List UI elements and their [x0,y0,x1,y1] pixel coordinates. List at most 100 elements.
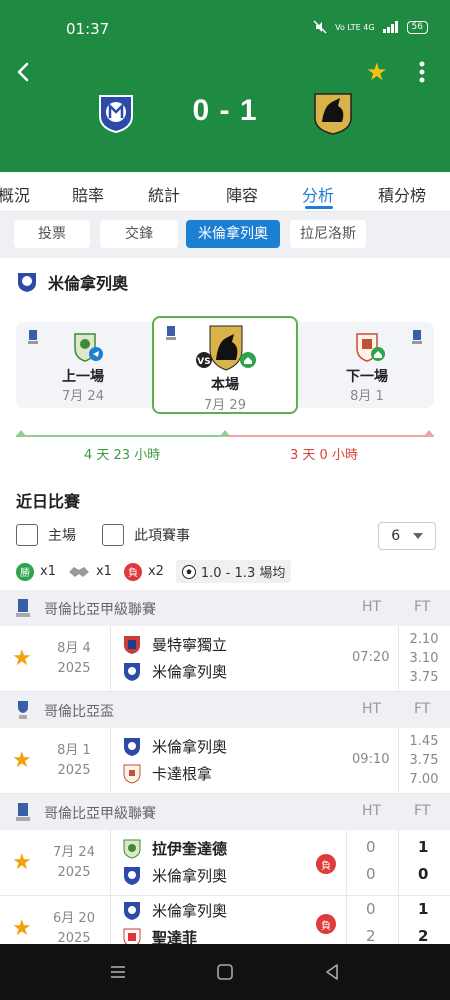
odds-column: 1.45 3.75 7.00 [404,732,444,789]
goals-average: 1.0 - 1.3 場均 [200,566,286,581]
home-team-name: 曼特寧獨立 [152,636,228,654]
home-team-name: 米倫拿列奧 [152,738,228,756]
subtab-away-team[interactable]: 拉尼洛斯 [290,220,366,248]
tab-standings[interactable]: 積分榜 [378,182,426,206]
divider [346,830,347,895]
fixture-current[interactable]: VS 本場 7月 29 [152,316,298,414]
recents-icon[interactable] [108,962,128,982]
status-bar: 01:37 Vo LTE 4G 56 [0,14,450,44]
network-text: Vo LTE 4G [335,22,375,32]
home-team-name: 拉伊奎達德 [152,840,228,858]
competition-checkbox[interactable] [102,524,124,546]
favorite-star-icon[interactable]: ★ [366,58,388,86]
favorite-star-icon[interactable]: ★ [12,916,32,941]
subtab-home-team[interactable]: 米倫拿列奧 [186,220,280,248]
ht-score-home: 0 [366,838,376,856]
ht-header: HT [362,803,382,819]
team-logo [123,839,141,859]
match-date: 7月 24 2025 [46,843,102,883]
draw-count: x1 [95,564,112,579]
subtab-vote[interactable]: 投票 [14,220,90,248]
league-icon [28,330,38,344]
match-date: 6月 20 2025 [46,909,102,949]
team-logo [124,737,140,756]
ht-score-away: 2 [366,927,376,945]
fixture-prev-date: 7月 24 [62,389,104,404]
countdown-to-next: 3 天 0 小時 [290,448,358,463]
team-name: 米倫拿列奧 [48,274,129,293]
handshake-icon [68,566,89,577]
cup-icon [18,701,28,719]
loss-count: x2 [147,564,164,579]
divider [110,830,111,895]
ft-score-home: 1 [418,900,429,918]
odds-away: 7.00 [409,772,439,787]
opponent-logo-prev [74,333,103,362]
fixture-prev[interactable]: 上一場 7月 24 [16,322,150,408]
match-date-day: 6月 20 [53,911,95,926]
match-row[interactable]: ★ 8月 4 2025 曼特寧獨立 米倫拿列奧 07:20 2.10 3.10 3… [0,626,450,692]
more-menu-icon[interactable] [414,58,430,86]
team-mini-logo [18,273,36,292]
opponent-logo-current: VS [196,325,256,371]
match-row[interactable]: ★ 7月 24 2025 拉伊奎達德 米倫拿列奧 負 0 0 1 0 [0,830,450,896]
divider [110,728,111,793]
away-team: 米倫拿列奧 [122,661,227,682]
schedule-timeline [16,430,434,437]
ft-score-home: 1 [418,838,429,856]
recent-matches-title: 近日比賽 [16,492,81,511]
favorite-star-icon[interactable]: ★ [12,748,32,773]
match-date-year: 2025 [57,865,91,880]
fixture-next-label: 下一場 [346,369,388,385]
subtab-h2h[interactable]: 交鋒 [100,220,178,248]
svg-text:VS: VS [197,357,210,367]
home-checkbox[interactable] [16,524,38,546]
tab-lineup[interactable]: 陣容 [226,182,258,206]
odds-away: 3.75 [409,670,439,685]
team-logo [123,764,141,784]
league-name: 哥倫比亞甲級聯賽 [44,806,156,822]
ht-header: HT [362,599,382,615]
result-badge: 負 [316,914,336,934]
favorite-star-icon[interactable]: ★ [12,850,32,875]
league-header: 哥倫比亞甲級聯賽 HT FT [0,794,450,830]
battery-icon: 56 [406,20,428,34]
odds-column: 2.10 3.10 3.75 [404,630,444,687]
match-row[interactable]: ★ 8月 1 2025 米倫拿列奧 卡達根拿 09:10 1.45 3.75 7.… [0,728,450,794]
tab-overview[interactable]: 概況 [0,182,30,206]
odds-draw: 3.10 [409,651,439,666]
team-logo [124,662,140,681]
match-date-year: 2025 [57,763,91,778]
back-icon[interactable] [12,58,36,86]
signal-icon [382,21,398,33]
league-icon [166,326,176,340]
home-team-name: 米倫拿列奧 [152,902,228,920]
tab-stats[interactable]: 統計 [148,182,180,206]
away-team-logo[interactable] [312,88,354,136]
filter-competition[interactable]: 此項賽事 [102,524,190,546]
team-logo [124,901,140,920]
ht-score-home: 0 [366,900,376,918]
divider [398,830,399,895]
filter-home[interactable]: 主場 [16,524,76,546]
fixture-next[interactable]: 下一場 8月 1 [300,322,434,408]
win-badge: 勝 [16,562,34,581]
back-nav-icon[interactable] [322,962,342,982]
competition-checkbox-label: 此項賽事 [134,528,190,544]
match-count-select[interactable]: 6 [378,522,436,550]
favorite-star-icon[interactable]: ★ [12,646,32,671]
opponent-logo-next [356,333,385,362]
home-icon[interactable] [215,962,235,982]
kickoff-time: 09:10 [352,752,390,767]
fixture-current-date: 7月 29 [204,398,246,413]
tab-analysis[interactable]: 分析 [302,182,334,206]
recent-stats: 勝 x1 x1 負 x2 1.0 - 1.3 場均 [16,560,292,583]
team-logo [124,866,140,885]
divider [398,626,399,691]
league-icon [16,599,30,617]
away-team: 米倫拿列奧 [122,865,227,886]
tab-odds[interactable]: 賠率 [72,182,104,206]
active-tab-indicator [305,206,333,209]
league-header: 哥倫比亞甲級聯賽 HT FT [0,590,450,626]
ft-score-away: 0 [418,865,429,883]
